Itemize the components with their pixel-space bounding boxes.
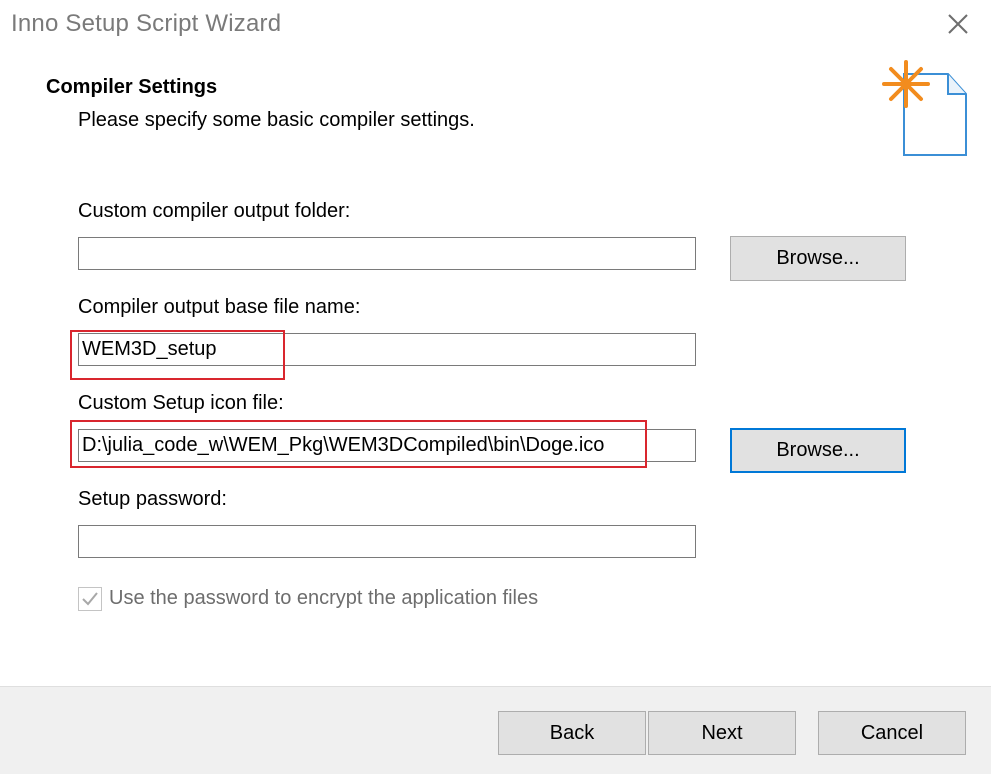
window-title: Inno Setup Script Wizard: [11, 10, 282, 37]
close-button[interactable]: [944, 10, 972, 38]
password-input[interactable]: [78, 525, 696, 558]
output-folder-browse-button[interactable]: Browse...: [730, 236, 906, 281]
new-document-sparkle-icon: [880, 60, 972, 160]
icon-file-label: Custom Setup icon file:: [78, 392, 284, 414]
output-folder-label: Custom compiler output folder:: [78, 200, 351, 222]
base-name-label: Compiler output base file name:: [78, 296, 361, 318]
icon-file-input[interactable]: [78, 429, 696, 462]
page-title: Compiler Settings: [46, 76, 218, 98]
back-button[interactable]: Back: [498, 711, 646, 755]
icon-file-browse-button[interactable]: Browse...: [730, 428, 906, 473]
encrypt-checkbox-label: Use the password to encrypt the applicat…: [109, 587, 539, 609]
encrypt-checkbox[interactable]: [78, 587, 102, 611]
password-label: Setup password:: [78, 488, 227, 510]
cancel-button[interactable]: Cancel: [818, 711, 966, 755]
next-button[interactable]: Next: [648, 711, 796, 755]
checkmark-icon: [82, 592, 98, 606]
page-subtitle: Please specify some basic compiler setti…: [78, 109, 475, 131]
output-folder-input[interactable]: [78, 237, 696, 270]
base-name-input[interactable]: [78, 333, 696, 366]
close-icon: [948, 14, 968, 34]
